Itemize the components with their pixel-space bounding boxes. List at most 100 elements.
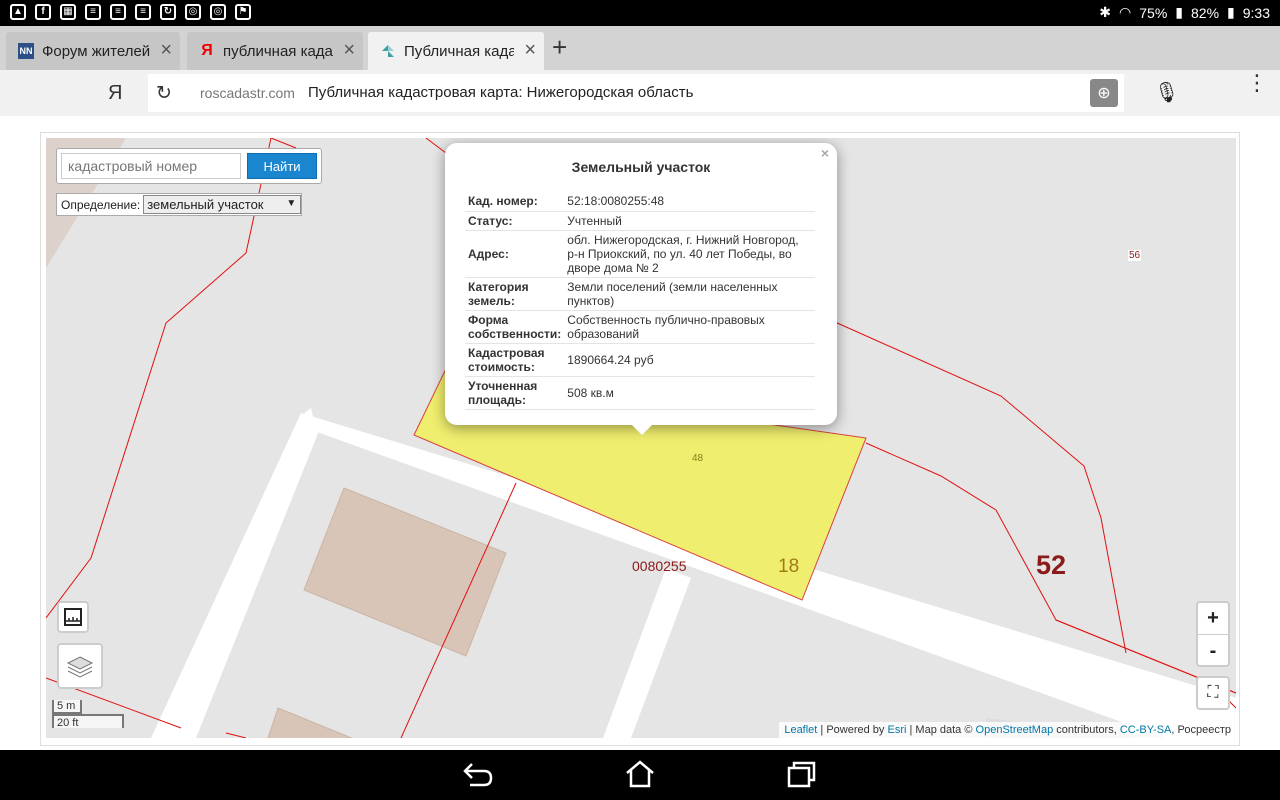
- back-icon[interactable]: [462, 760, 494, 795]
- overflow-menu-icon[interactable]: ⋮: [1246, 72, 1268, 94]
- news-icon: ≡: [85, 4, 101, 20]
- table-row: Категория земель: Земли поселений (земли…: [465, 277, 815, 311]
- close-tab-icon[interactable]: ×: [524, 40, 536, 60]
- calendar-icon: ▦: [60, 4, 76, 20]
- definition-selected-value: земельный участок: [147, 197, 264, 212]
- field-value: Земли поселений (земли населенных пункто…: [564, 277, 815, 311]
- field-key: Форма собственности:: [465, 310, 565, 344]
- bluetooth-icon: ✱: [1099, 4, 1112, 20]
- browser-tab-strip: NN Форум жителей × Я публичная када × Пу…: [0, 26, 1280, 70]
- fullscreen-icon: ⛶: [1207, 684, 1219, 701]
- license-link[interactable]: CC-BY-SA: [1120, 724, 1172, 736]
- cadastral-map[interactable]: 48 56 0080255 18 52 Найти Определение: з…: [46, 138, 1236, 738]
- field-value: Учтенный: [564, 211, 815, 231]
- layers-icon: [66, 656, 94, 678]
- notification-icons: ▲ f ▦ ≡ ≡ ≡ ↻ ◎ ◎ ⚑: [10, 4, 251, 20]
- cadastral-search-control: Найти: [56, 148, 322, 184]
- tab-title: Публичная када: [404, 42, 514, 60]
- table-row: Адрес: обл. Нижегородская, г. Нижний Нов…: [465, 230, 815, 278]
- osm-link[interactable]: OpenStreetMap: [976, 724, 1054, 736]
- dropdown-arrow-icon: ▼: [286, 198, 297, 209]
- recent-apps-icon[interactable]: [786, 760, 818, 795]
- field-value: 1890664.24 руб: [564, 343, 815, 377]
- wifi-icon: ◠: [1119, 4, 1132, 20]
- definition-label: Определение:: [61, 197, 141, 212]
- globe-icon[interactable]: ⊕: [1090, 79, 1118, 107]
- field-key: Кадастровая стоимость:: [465, 343, 565, 377]
- battery-level-1: 75%: [1139, 4, 1168, 21]
- leaflet-link[interactable]: Leaflet: [784, 724, 817, 736]
- field-key: Кад. номер:: [465, 192, 565, 212]
- find-button[interactable]: Найти: [247, 153, 317, 179]
- field-value: Собственность публично-правовых образова…: [564, 310, 815, 344]
- yandex-logo-icon[interactable]: Я: [108, 82, 122, 105]
- tab-yandex-search[interactable]: Я публичная када ×: [187, 32, 363, 70]
- battery-icon: ▮: [1227, 4, 1235, 20]
- ruler-icon: [64, 608, 82, 626]
- close-tab-icon[interactable]: ×: [160, 40, 172, 60]
- scale-metric: 5 m: [52, 700, 82, 714]
- table-row: Кадастровая стоимость: 1890664.24 руб: [465, 343, 815, 377]
- field-value: 508 кв.м: [564, 376, 815, 410]
- parcel-number-label: 48: [692, 453, 704, 464]
- microphone-icon[interactable]: 🎙: [1154, 80, 1179, 105]
- parcel-info-table: Кад. номер: 52:18:0080255:48 Статус: Учт…: [465, 192, 815, 410]
- tab-title: публичная када: [223, 42, 333, 60]
- field-key: Статус:: [465, 211, 565, 231]
- nn-favicon-icon: NN: [18, 43, 34, 59]
- flag-icon: ⚑: [235, 4, 251, 20]
- zoom-out-button[interactable]: -: [1198, 635, 1228, 667]
- facebook-icon: f: [35, 4, 51, 20]
- tab-cadastral-map[interactable]: Публичная када ×: [368, 32, 544, 70]
- home-icon[interactable]: [624, 760, 656, 795]
- address-bar[interactable]: ↻ roscadastr.com Публичная кадастровая к…: [148, 74, 1124, 112]
- map-scale: 5 m 20 ft: [52, 700, 124, 729]
- definition-control: Определение: земельный участок ▼: [56, 193, 303, 216]
- android-nav-bar: [0, 750, 1280, 800]
- table-row: Уточненная площадь: 508 кв.м: [465, 376, 815, 410]
- map-attribution: Leaflet | Powered by Esri | Map data © O…: [779, 722, 1236, 738]
- table-row: Кад. номер: 52:18:0080255:48: [465, 192, 815, 212]
- zoom-in-button[interactable]: +: [1198, 603, 1228, 635]
- table-row: Форма собственности: Собственность публи…: [465, 310, 815, 344]
- cadastral-number-input[interactable]: [61, 153, 241, 179]
- clock: 9:33: [1242, 4, 1270, 21]
- cadastral-block-label: 0080255: [632, 558, 687, 574]
- sync-icon: ↻: [160, 4, 176, 20]
- field-key: Адрес:: [465, 230, 565, 278]
- field-key: Уточненная площадь:: [465, 376, 565, 410]
- instagram-icon: ◎: [185, 4, 201, 20]
- esri-link[interactable]: Esri: [888, 724, 907, 736]
- measure-ruler-button[interactable]: [57, 601, 89, 633]
- map-frame: 48 56 0080255 18 52 Найти Определение: з…: [40, 132, 1240, 746]
- url-page-title: Публичная кадастровая карта: Нижегородск…: [308, 84, 694, 101]
- address-bar-row: Я ↻ roscadastr.com Публичная кадастровая…: [0, 70, 1280, 116]
- popup-pointer: [631, 424, 653, 435]
- definition-select[interactable]: земельный участок ▼: [143, 195, 302, 214]
- parcel-info-popup: × Земельный участок Кад. номер: 52:18:00…: [445, 143, 837, 425]
- instagram-icon: ◎: [210, 4, 226, 20]
- scale-imperial: 20 ft: [52, 714, 124, 729]
- gallery-icon: ▲: [10, 4, 26, 20]
- url-domain: roscadastr.com: [200, 85, 295, 101]
- news-icon: ≡: [135, 4, 151, 20]
- battery-level-2: 82%: [1191, 4, 1220, 21]
- popup-title: Земельный участок: [571, 159, 711, 175]
- web-page: 48 56 0080255 18 52 Найти Определение: з…: [0, 116, 1280, 750]
- zoom-control: + -: [1196, 601, 1230, 667]
- field-value: обл. Нижегородская, г. Нижний Новгород, …: [564, 230, 815, 278]
- region-number-label: 52: [1036, 550, 1067, 580]
- new-tab-button[interactable]: +: [552, 34, 567, 60]
- parcel-number-label: 56: [1128, 250, 1142, 261]
- close-tab-icon[interactable]: ×: [343, 40, 355, 60]
- district-number-label: 18: [778, 556, 800, 577]
- news-icon: ≡: [110, 4, 126, 20]
- tab-forum[interactable]: NN Форум жителей ×: [6, 32, 180, 70]
- map-favicon-icon: [380, 43, 396, 59]
- fullscreen-button[interactable]: ⛶: [1196, 676, 1230, 710]
- table-row: Статус: Учтенный: [465, 211, 815, 231]
- android-status-bar: ▲ f ▦ ≡ ≡ ≡ ↻ ◎ ◎ ⚑ ✱ ◠ 75% ▮ 82% ▮ 9:33: [0, 0, 1280, 26]
- reload-icon[interactable]: ↻: [156, 82, 172, 105]
- layers-button[interactable]: [57, 643, 103, 689]
- field-value: 52:18:0080255:48: [564, 192, 815, 212]
